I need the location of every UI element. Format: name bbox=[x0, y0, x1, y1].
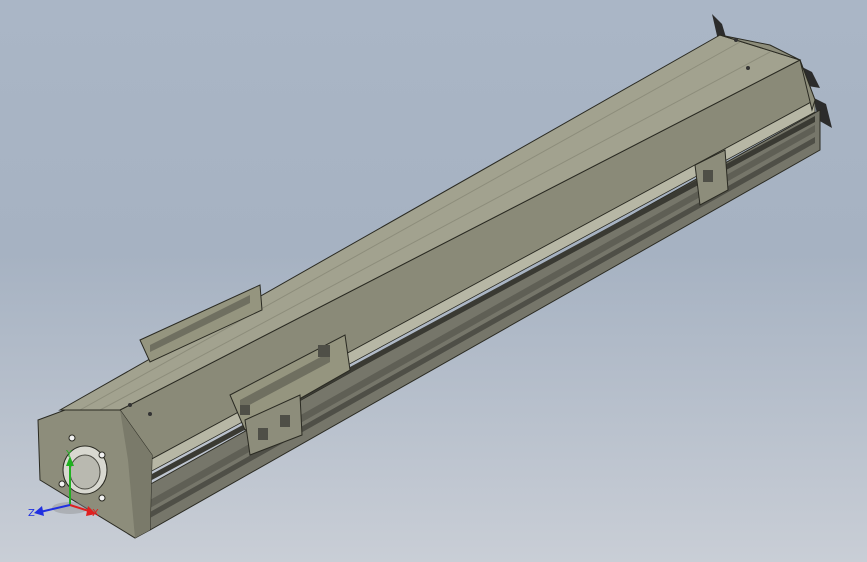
cad-graphics-viewport[interactable]: Y X Z bbox=[0, 0, 867, 562]
y-axis-label: Y bbox=[65, 449, 73, 460]
x-axis-label: X bbox=[92, 508, 99, 519]
z-axis-label: Z bbox=[28, 508, 35, 519]
actuator-body-side bbox=[119, 59, 816, 461]
linear-actuator-3d-model[interactable]: Y X Z bbox=[0, 0, 867, 562]
